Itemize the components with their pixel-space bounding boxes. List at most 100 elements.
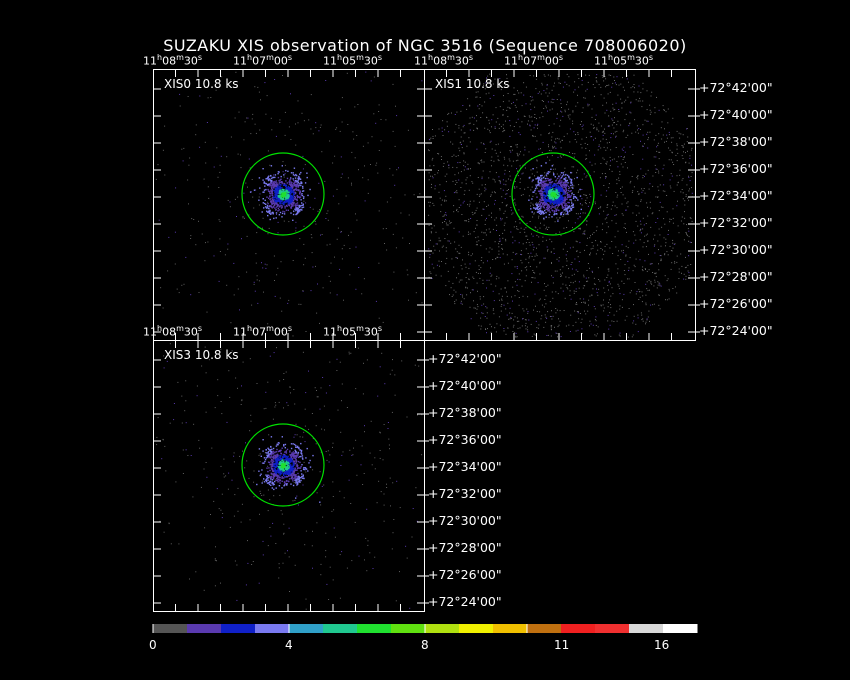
photon-pixel: [389, 477, 391, 479]
photon-pixel: [174, 231, 176, 233]
photon-pixel: [394, 184, 396, 186]
photon-pixel: [332, 481, 334, 483]
photon-pixel: [251, 304, 253, 306]
photon-pixel: [301, 112, 303, 114]
photon-pixel: [341, 121, 343, 123]
photon-pixel: [642, 175, 644, 176]
photon-pixel: [650, 226, 652, 228]
photon-pixel: [259, 129, 261, 131]
photon-pixel: [529, 124, 531, 126]
photon-pixel: [575, 321, 577, 323]
photon-pixel: [589, 320, 591, 322]
photon-pixel: [280, 178, 282, 180]
photon-pixel: [591, 116, 593, 118]
photon-pixel: [610, 295, 612, 297]
photon-pixel: [611, 205, 613, 207]
photon-pixel: [670, 250, 672, 251]
photon-pixel: [629, 292, 631, 294]
photon-pixel: [555, 138, 557, 140]
photon-pixel: [550, 189, 553, 191]
photon-pixel: [635, 293, 637, 295]
photon-pixel: [646, 133, 648, 135]
photon-pixel: [595, 240, 597, 242]
photon-pixel: [284, 173, 286, 175]
photon-pixel: [619, 305, 621, 307]
photon-pixel: [633, 320, 635, 322]
photon-pixel: [563, 171, 565, 173]
photon-pixel: [548, 150, 550, 151]
photon-pixel: [278, 577, 280, 579]
photon-pixel: [247, 540, 248, 542]
photon-pixel: [610, 160, 611, 162]
photon-pixel: [622, 166, 624, 168]
photon-pixel: [249, 191, 252, 193]
photon-pixel: [566, 265, 568, 266]
photon-pixel: [510, 146, 512, 148]
photon-pixel: [274, 79, 276, 80]
photon-pixel: [477, 244, 478, 246]
photon-pixel: [519, 165, 521, 167]
photon-pixel: [474, 212, 476, 214]
photon-pixel: [625, 209, 627, 211]
photon-pixel: [549, 316, 551, 317]
photon-pixel: [560, 174, 561, 176]
photon-pixel: [267, 190, 270, 192]
photon-pixel: [295, 230, 297, 232]
photon-pixel: [581, 318, 583, 320]
photon-pixel: [544, 283, 545, 285]
photon-pixel: [467, 204, 469, 206]
photon-pixel: [164, 445, 166, 447]
photon-pixel: [685, 161, 687, 163]
photon-pixel: [537, 282, 539, 284]
photon-pixel: [569, 331, 571, 332]
photon-pixel: [660, 259, 662, 261]
photon-pixel: [318, 182, 320, 184]
photon-pixel: [369, 552, 371, 554]
photon-pixel: [650, 263, 652, 265]
photon-pixel: [292, 260, 294, 261]
photon-pixel: [485, 328, 486, 330]
photon-pixel: [642, 270, 644, 272]
photon-pixel: [301, 194, 304, 197]
photon-pixel: [551, 203, 553, 205]
photon-pixel: [638, 250, 640, 252]
photon-pixel: [351, 182, 352, 184]
photon-pixel: [451, 156, 453, 157]
photon-pixel: [534, 255, 536, 257]
photon-pixel: [657, 142, 659, 144]
photon-pixel: [629, 111, 631, 113]
photon-pixel: [681, 145, 683, 146]
photon-pixel: [591, 242, 593, 243]
photon-pixel: [506, 77, 508, 79]
photon-pixel: [561, 204, 563, 206]
photon-pixel: [464, 161, 466, 163]
photon-pixel: [499, 209, 501, 211]
photon-pixel: [241, 238, 242, 240]
photon-pixel: [182, 473, 184, 474]
photon-pixel: [465, 183, 467, 185]
photon-pixel: [462, 296, 463, 298]
photon-pixel: [262, 554, 264, 556]
photon-pixel: [688, 199, 689, 201]
photon-pixel: [430, 137, 432, 139]
photon-pixel: [461, 268, 463, 270]
photon-pixel: [632, 154, 634, 155]
photon-pixel: [341, 551, 343, 553]
photon-pixel: [556, 270, 558, 272]
photon-pixel: [662, 206, 664, 208]
photon-pixel: [606, 109, 608, 111]
photon-pixel: [611, 124, 613, 126]
photon-pixel: [490, 140, 492, 142]
photon-pixel: [274, 280, 275, 281]
photon-pixel: [562, 199, 564, 201]
photon-pixel: [392, 233, 394, 235]
photon-pixel: [310, 128, 312, 130]
photon-pixel: [567, 182, 569, 184]
photon-pixel: [548, 125, 550, 126]
photon-pixel: [631, 132, 633, 134]
photon-pixel: [506, 291, 507, 293]
photon-pixel: [251, 118, 253, 120]
photon-pixel: [561, 180, 563, 182]
photon-pixel: [503, 95, 504, 97]
photon-pixel: [498, 246, 500, 248]
